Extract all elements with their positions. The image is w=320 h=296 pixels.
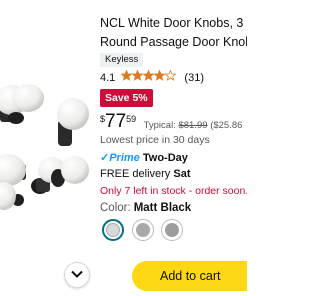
delivery-info: FREE delivery Sat: [100, 168, 190, 180]
product-image[interactable]: [0, 0, 93, 296]
chevron-down-icon: [71, 270, 83, 278]
rating-row[interactable]: 4.1 (31): [100, 69, 204, 85]
product-details: NCL White Door Knobs, 3 Pa Round Passage…: [93, 0, 247, 296]
swatch-color: [136, 223, 150, 237]
deal-badge: Save 5%: [100, 89, 153, 107]
rating-value: 4.1: [100, 71, 116, 84]
knob-image-7: [0, 182, 24, 210]
price-fraction: 59: [126, 114, 137, 124]
product-title[interactable]: NCL White Door Knobs, 3 Pa Round Passage…: [100, 14, 247, 52]
review-count: (31): [184, 71, 204, 84]
knob-image-3: [57, 98, 89, 146]
scroll-down-button[interactable]: [64, 262, 90, 288]
brand-badge[interactable]: Keyless: [100, 53, 144, 67]
unit-price: ($25.86: [210, 120, 243, 131]
delivery-day: Sat: [173, 168, 191, 180]
typical-price-value: $81.99: [178, 120, 208, 131]
door-knobs-image: [0, 84, 89, 210]
star-icon: [120, 69, 177, 81]
knob-image-4: [0, 154, 26, 186]
price-whole: 77: [105, 111, 127, 132]
swatch-color: [106, 223, 120, 237]
color-label: Color:: [100, 202, 131, 214]
stock-note: Only 7 left in stock - order soon.: [100, 185, 247, 197]
color-value: Matt Black: [133, 202, 192, 214]
prime-badge[interactable]: ✓Prime Two-Day: [100, 151, 188, 164]
typical-price: Typical: $81.99 ($25.86: [144, 120, 243, 131]
check-icon: ✓: [100, 152, 110, 164]
price-row: $7759 Typical: $81.99 ($25.86: [100, 111, 242, 133]
typical-label: Typical:: [143, 120, 176, 131]
color-swatch[interactable]: [161, 219, 183, 241]
price-currency: $: [100, 114, 106, 124]
lowest-price-note: Lowest price in 30 days: [100, 134, 210, 146]
title-line-1: NCL White Door Knobs, 3 Pa: [100, 16, 247, 30]
title-line-2: Round Passage Door Knob, M: [100, 35, 247, 49]
prime-speed: Two-Day: [142, 152, 188, 164]
delivery-text: FREE delivery: [100, 168, 171, 180]
prime-label: Prime: [109, 152, 140, 164]
color-swatch[interactable]: [132, 219, 154, 241]
swatch-color: [165, 223, 179, 237]
add-to-cart-button[interactable]: Add to cart: [132, 261, 247, 291]
star-rating: [120, 69, 177, 85]
color-swatch-selected[interactable]: [102, 219, 124, 241]
color-selector-label: Color: Matt Black: [100, 202, 191, 214]
